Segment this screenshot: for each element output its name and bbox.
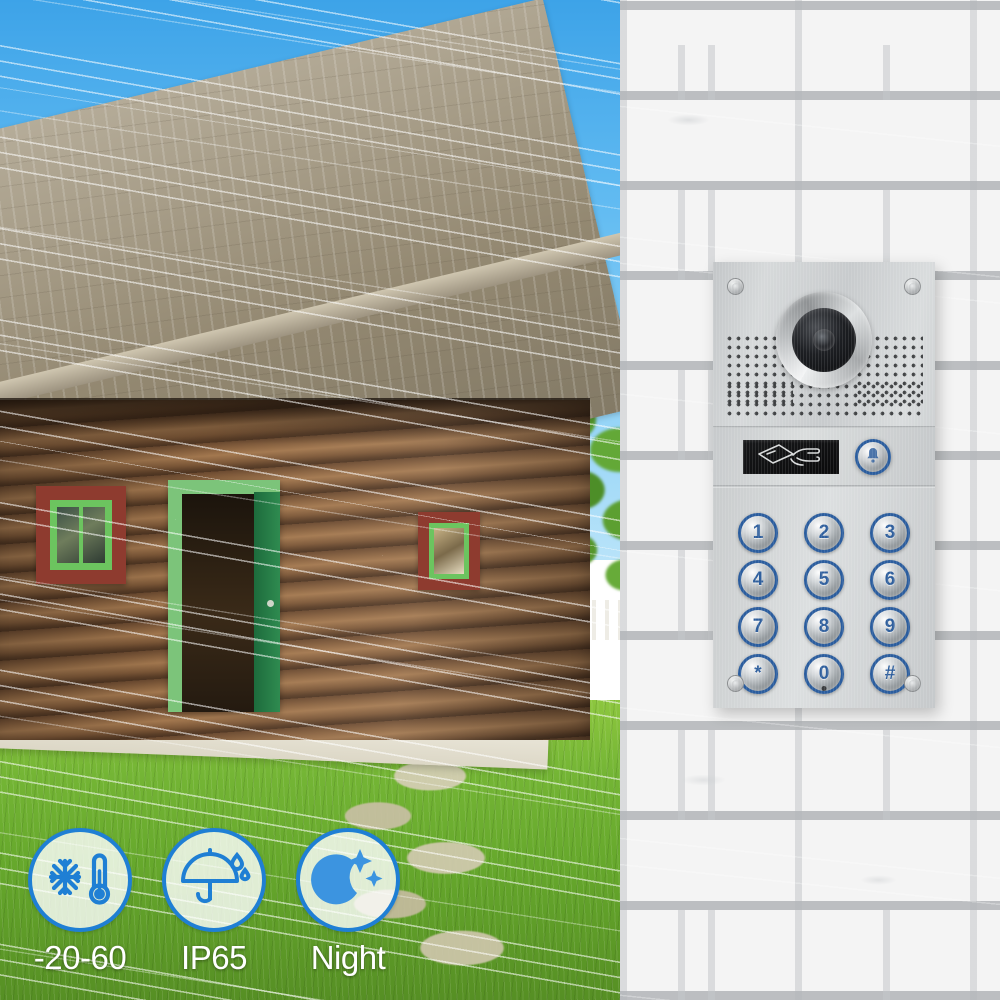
key-8[interactable]: 8 bbox=[804, 606, 844, 647]
screw-top-left bbox=[727, 278, 744, 295]
keypad[interactable]: 1 2 3 4 5 6 7 8 9 * 0 # bbox=[735, 512, 913, 694]
door-leaf bbox=[254, 492, 280, 712]
screw-bottom-right bbox=[904, 675, 921, 692]
window-pane-left bbox=[50, 500, 112, 570]
call-button[interactable] bbox=[855, 439, 891, 475]
brick-wall-panel: 1 2 3 4 5 6 7 8 9 * 0 # bbox=[620, 0, 1000, 1000]
outdoor-rain-scene: -20-60 IP65 Night bbox=[0, 0, 620, 1000]
camera-dome bbox=[792, 308, 856, 372]
product-marketing-image: -20-60 IP65 Night 1 2 3 4 5 6 7 8 9 * 0 … bbox=[0, 0, 1000, 1000]
badge-night-vision: Night bbox=[292, 828, 404, 977]
rfid-module bbox=[713, 428, 935, 486]
screw-top-right bbox=[904, 278, 921, 295]
keypad-module: 1 2 3 4 5 6 7 8 9 * 0 # bbox=[713, 488, 935, 708]
cabin-eave-shadow bbox=[0, 398, 590, 444]
badge-temperature: -20-60 bbox=[24, 828, 136, 977]
key-1[interactable]: 1 bbox=[738, 512, 778, 553]
window-pane-right bbox=[429, 523, 469, 579]
key-2[interactable]: 2 bbox=[804, 512, 844, 553]
microphone-hole bbox=[821, 686, 827, 691]
umbrella-raindrops-icon bbox=[177, 841, 251, 920]
cabin-window-right bbox=[418, 512, 480, 590]
doorbell-icon bbox=[863, 445, 883, 470]
rfid-reader-window[interactable] bbox=[743, 440, 839, 474]
camera-module bbox=[713, 262, 935, 426]
badge-circle-ip-rating bbox=[162, 828, 266, 932]
door-opening bbox=[182, 494, 254, 712]
moon-stars-icon bbox=[311, 841, 385, 920]
screw-bottom-left bbox=[727, 675, 744, 692]
key-9[interactable]: 9 bbox=[870, 606, 910, 647]
key-3[interactable]: 3 bbox=[870, 512, 910, 553]
badge-label-ip-rating: IP65 bbox=[181, 939, 247, 976]
key-star[interactable]: * bbox=[738, 653, 778, 694]
badge-label-night-vision: Night bbox=[310, 939, 386, 976]
key-6[interactable]: 6 bbox=[870, 559, 910, 600]
door-knob bbox=[267, 600, 274, 607]
cabin-window-left bbox=[36, 486, 126, 584]
badge-circle-night-vision bbox=[296, 828, 400, 932]
camera-bezel bbox=[776, 292, 872, 388]
key-4[interactable]: 4 bbox=[738, 559, 778, 600]
badge-label-temperature: -20-60 bbox=[33, 939, 127, 976]
key-7[interactable]: 7 bbox=[738, 606, 778, 647]
feature-badges: -20-60 IP65 Night bbox=[24, 828, 424, 988]
snowflake-thermometer-icon bbox=[43, 841, 117, 920]
key-5[interactable]: 5 bbox=[804, 559, 844, 600]
badge-circle-temperature bbox=[28, 828, 132, 932]
video-door-intercom[interactable]: 1 2 3 4 5 6 7 8 9 * 0 # bbox=[713, 262, 935, 708]
badge-ip-rating: IP65 bbox=[158, 828, 270, 977]
hand-holding-card-icon bbox=[753, 441, 829, 474]
cabin-door bbox=[168, 480, 280, 712]
camera-lens-icon bbox=[813, 329, 835, 351]
